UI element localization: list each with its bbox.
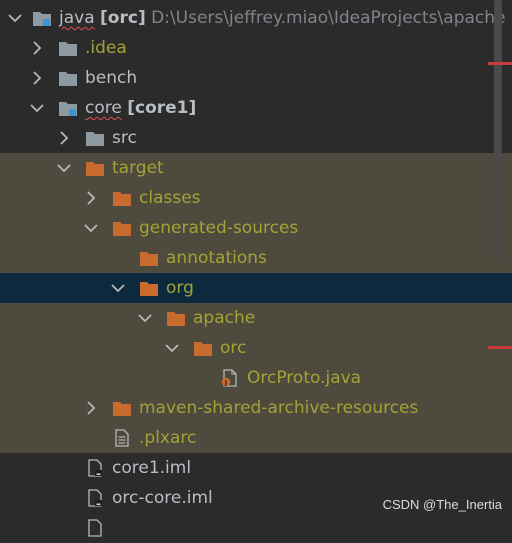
chevron-right-icon[interactable] — [84, 191, 98, 205]
folder-icon — [193, 339, 213, 357]
tree-row-orcproto[interactable]: J OrcProto.java — [0, 363, 512, 393]
project-tree: java [orc] D:\Users\jeffrey.miao\IdeaPro… — [0, 0, 512, 537]
chevron-right-icon[interactable] — [84, 401, 98, 415]
chevron-down-icon[interactable] — [111, 281, 125, 295]
svg-text:J: J — [224, 380, 227, 387]
folder-icon — [166, 309, 186, 327]
core-name: core — [85, 98, 122, 118]
tree-node-label: core1.iml — [112, 458, 192, 478]
module-folder-icon — [58, 99, 78, 117]
tree-row-idea[interactable]: .idea — [0, 33, 512, 63]
vertical-scrollbar[interactable] — [494, 0, 502, 258]
chevron-down-icon[interactable] — [8, 11, 22, 25]
tree-node-label: bench — [85, 68, 138, 88]
tree-row-org[interactable]: org — [0, 273, 512, 303]
tree-row-maven-shared-archive-resources[interactable]: maven-shared-archive-resources — [0, 393, 512, 423]
tree-node-label: OrcProto.java — [247, 368, 362, 388]
tree-node-label: .idea — [85, 38, 127, 58]
tree-node-label: orc-core.iml — [112, 488, 213, 508]
text-file-icon — [112, 429, 132, 447]
root-module: [orc] — [100, 8, 146, 28]
tree-row-plxarc[interactable]: .plxarc — [0, 423, 512, 453]
tree-node-label: src — [112, 128, 137, 148]
tree-row-annotations[interactable]: annotations — [0, 243, 512, 273]
tree-row-classes[interactable]: classes — [0, 183, 512, 213]
root-path: D:\Users\jeffrey.miao\IdeaProjects\apach… — [151, 8, 506, 28]
folder-icon — [112, 399, 132, 417]
tree-row-java[interactable]: java [orc] D:\Users\jeffrey.miao\IdeaPro… — [0, 3, 512, 33]
tree-node-label: target — [112, 158, 164, 178]
folder-icon — [58, 39, 78, 57]
tree-node-label: .plxarc — [139, 428, 197, 448]
error-stripe-marker[interactable] — [488, 346, 512, 349]
java-file-icon: J — [220, 369, 240, 387]
folder-icon — [139, 249, 159, 267]
tree-node-label: orc — [220, 338, 247, 358]
tree-row-apache[interactable]: apache — [0, 303, 512, 333]
chevron-right-icon[interactable] — [30, 41, 44, 55]
tree-node-label: annotations — [166, 248, 267, 268]
tree-node-label: apache — [193, 308, 256, 328]
chevron-down-icon[interactable] — [30, 101, 44, 115]
iml-file-icon — [85, 459, 105, 477]
folder-icon — [112, 219, 132, 237]
tree-row-generated-sources[interactable]: generated-sources — [0, 213, 512, 243]
core-module: [core1] — [127, 98, 197, 118]
tree-row-bench[interactable]: bench — [0, 63, 512, 93]
tree-row-partial — [0, 513, 512, 543]
tree-row-orc[interactable]: orc — [0, 333, 512, 363]
chevron-down-icon[interactable] — [138, 311, 152, 325]
iml-file-icon — [85, 489, 105, 507]
module-folder-icon — [32, 9, 52, 27]
tree-node-label: org — [166, 278, 194, 298]
tree-row-core1-iml[interactable]: core1.iml — [0, 453, 512, 483]
tree-node-label: core [core1] — [85, 97, 196, 119]
folder-icon — [58, 69, 78, 87]
chevron-right-icon[interactable] — [57, 131, 71, 145]
folder-icon — [85, 129, 105, 147]
chevron-down-icon[interactable] — [84, 221, 98, 235]
folder-icon — [139, 279, 159, 297]
tree-node-label: classes — [139, 188, 201, 208]
chevron-down-icon[interactable] — [165, 341, 179, 355]
folder-icon — [85, 159, 105, 177]
folder-icon — [112, 189, 132, 207]
tree-row-src[interactable]: src — [0, 123, 512, 153]
tree-node-label: java [orc] D:\Users\jeffrey.miao\IdeaPro… — [59, 7, 505, 29]
chevron-down-icon[interactable] — [57, 161, 71, 175]
tree-node-label: maven-shared-archive-resources — [139, 398, 419, 418]
tree-row-core[interactable]: core [core1] — [0, 93, 512, 123]
error-stripe-marker[interactable] — [488, 62, 512, 65]
chevron-right-icon[interactable] — [30, 71, 44, 85]
tree-node-label: generated-sources — [139, 218, 299, 238]
watermark: CSDN @The_Inertia — [382, 497, 502, 512]
tree-row-target[interactable]: target — [0, 153, 512, 183]
root-name: java — [59, 8, 95, 28]
